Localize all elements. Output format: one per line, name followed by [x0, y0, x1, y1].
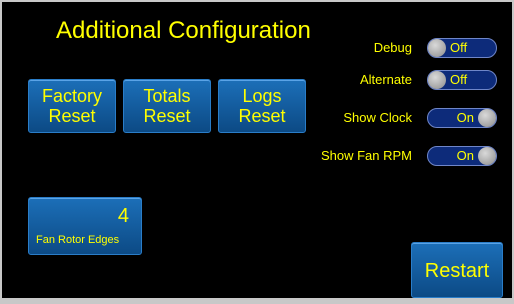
toggle-knob	[428, 71, 446, 89]
logs-reset-button[interactable]: Logs Reset	[218, 79, 306, 133]
show-fan-rpm-state: On	[456, 148, 474, 163]
alternate-label: Alternate	[359, 72, 412, 87]
totals-reset-label-line-1: Totals	[143, 86, 191, 106]
show-fan-rpm-toggle[interactable]: On	[427, 146, 497, 166]
toggle-knob	[478, 109, 496, 127]
fan-rotor-edges-button[interactable]: 4 Fan Rotor Edges	[28, 197, 142, 255]
show-fan-rpm-label: Show Fan RPM	[320, 148, 412, 163]
factory-reset-label-line-1: Factory	[41, 86, 102, 106]
toggle-knob	[478, 147, 496, 165]
logs-reset-label-line-1: Logs	[242, 86, 282, 106]
totals-reset-label-line-2: Reset	[143, 106, 191, 126]
logs-reset-label-line-2: Reset	[238, 106, 286, 126]
factory-reset-button[interactable]: Factory Reset	[28, 79, 116, 133]
debug-label: Debug	[373, 40, 412, 55]
debug-toggle[interactable]: Off	[427, 38, 497, 58]
factory-reset-label-line-2: Reset	[48, 106, 96, 126]
alternate-state: Off	[450, 72, 468, 87]
toggle-knob	[428, 39, 446, 57]
show-clock-state: On	[456, 110, 474, 125]
page-title: Additional Configuration	[56, 17, 311, 44]
show-clock-toggle[interactable]: On	[427, 108, 497, 128]
configuration-screen: Additional Configuration Factory Reset T…	[0, 0, 514, 304]
alternate-toggle[interactable]: Off	[427, 70, 497, 90]
totals-reset-button[interactable]: Totals Reset	[123, 79, 211, 133]
debug-state: Off	[450, 40, 468, 55]
fan-rotor-edges-value: 4	[117, 205, 129, 227]
fan-rotor-edges-label: Fan Rotor Edges	[36, 234, 120, 246]
restart-button[interactable]: Restart	[411, 242, 503, 298]
show-clock-label: Show Clock	[343, 110, 412, 125]
